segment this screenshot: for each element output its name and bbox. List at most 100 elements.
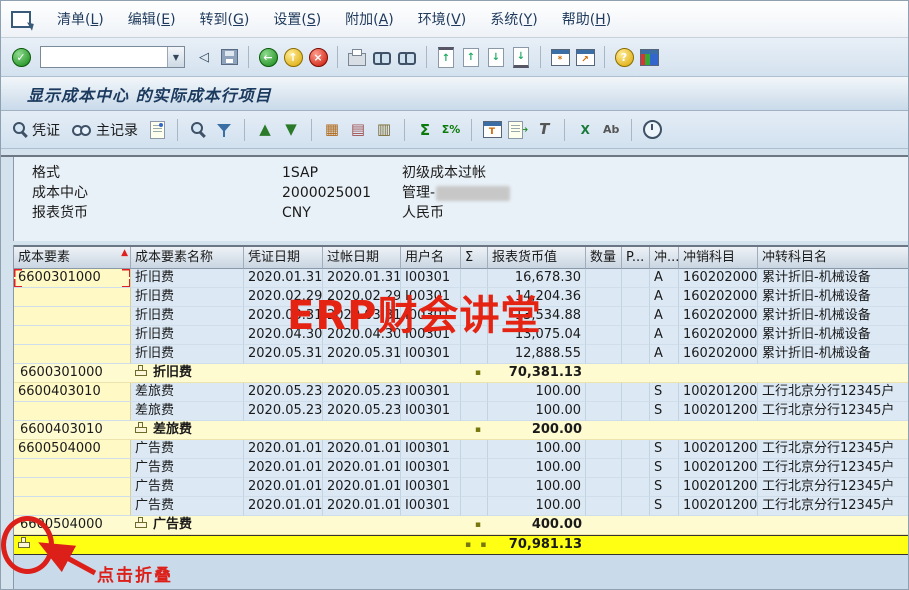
cell-offset-account[interactable]: 1002012002 [679,478,758,497]
attachment-button[interactable] [147,120,167,140]
cell-user-name[interactable]: I00301 [401,383,461,402]
cell-p-flag[interactable] [622,364,650,383]
cell-offset-account-name[interactable] [758,516,909,535]
cell-quantity[interactable] [586,421,622,440]
search-button[interactable] [188,120,208,140]
cell-quantity[interactable] [586,440,622,459]
cell-cost-element-name[interactable]: 折旧费 [131,269,244,288]
cell-offset-account[interactable]: 1602020000 [679,288,758,307]
cell-user-name[interactable]: I00301 [401,402,461,421]
cell-reversal-indicator[interactable]: A [650,345,679,364]
cell-posting-date[interactable]: 2020.01.01 [323,440,401,459]
cell-reversal-indicator[interactable] [650,421,679,440]
cell-sum-flag[interactable] [461,497,488,516]
column-header-reversal-indicator[interactable]: 冲... [650,247,679,269]
cell-p-flag[interactable] [622,516,650,535]
cell-p-flag[interactable] [622,326,650,345]
cell-cost-element[interactable] [14,326,131,345]
cell-cost-element-name[interactable]: 差旅费 [131,402,244,421]
cell-user-name[interactable]: I00301 [401,459,461,478]
enter-button[interactable]: ✓ [11,47,31,67]
cell-offset-account-name[interactable]: 累计折旧-机械设备 [758,326,909,345]
help-button[interactable]: ? [614,47,634,67]
cell-quantity[interactable] [586,307,622,326]
cell-reversal-indicator[interactable]: A [650,269,679,288]
print-button[interactable] [347,47,367,67]
cell-offset-account-name[interactable] [758,364,909,383]
cell-reversal-indicator[interactable]: A [650,326,679,345]
cell-p-flag[interactable] [622,478,650,497]
column-header-cost-element[interactable]: 成本要素▲ [14,247,131,269]
cell-p-flag[interactable] [622,536,650,554]
cell-offset-account-name[interactable]: 累计折旧-机械设备 [758,269,909,288]
cell-posting-date[interactable] [323,364,401,383]
cell-posting-date[interactable] [323,421,401,440]
cell-report-currency-value[interactable]: 70,981.13 [488,536,586,554]
cell-offset-account-name[interactable]: 工行北京分行12345户 [758,478,909,497]
cell-sum-flag[interactable] [461,402,488,421]
cell-offset-account-name[interactable]: 累计折旧-机械设备 [758,288,909,307]
cell-cost-element-name[interactable]: 差旅费 [131,383,244,402]
cell-posting-date[interactable]: 2020.01.01 [323,497,401,516]
cell-doc-date[interactable]: 2020.01.01 [244,440,323,459]
cell-quantity[interactable] [586,459,622,478]
cell-offset-account[interactable]: 1002012002 [679,497,758,516]
cell-cost-element[interactable] [14,402,131,421]
cell-p-flag[interactable] [622,402,650,421]
cell-report-currency-value[interactable]: 100.00 [488,497,586,516]
cell-quantity[interactable] [586,497,622,516]
cell-sum-flag[interactable]: ▪ [461,421,488,440]
cell-sum-flag[interactable] [461,478,488,497]
cell-p-flag[interactable] [622,459,650,478]
cell-p-flag[interactable] [622,440,650,459]
cell-user-name[interactable] [401,421,461,440]
back-button[interactable]: ◁ [194,47,214,67]
cell-offset-account[interactable]: 1602020000 [679,345,758,364]
cell-cost-element-name[interactable]: 广告费 [131,478,244,497]
cell-posting-date[interactable]: 2020.05.23 [323,383,401,402]
cell-offset-account-name[interactable] [758,536,909,554]
cell-p-flag[interactable] [622,345,650,364]
cell-offset-account[interactable]: 1002012002 [679,383,758,402]
cell-doc-date[interactable]: 2020.05.23 [244,402,323,421]
cell-cost-element[interactable]: 6600301000 [14,269,131,288]
cell-quantity[interactable] [586,383,622,402]
cell-cost-element[interactable]: 6600403010 [14,421,131,440]
cell-reversal-indicator[interactable]: A [650,288,679,307]
cell-sum-flag[interactable] [461,345,488,364]
layout-button[interactable]: ▦ [322,120,342,140]
cell-doc-date[interactable]: 2020.01.01 [244,497,323,516]
cell-cost-element-name[interactable]: 折旧费 [131,288,244,307]
cell-report-currency-value[interactable]: 100.00 [488,478,586,497]
find-button[interactable] [372,47,392,67]
cell-report-currency-value[interactable]: 70,381.13 [488,364,586,383]
cell-doc-date[interactable] [244,421,323,440]
cell-quantity[interactable] [586,345,622,364]
cell-cost-element-name[interactable]: 折旧费 [131,307,244,326]
column-header-doc-date[interactable]: 凭证日期 [244,247,323,269]
new-session-button[interactable]: * [550,47,570,67]
column-header-offset-account-name[interactable]: 冲转科目名 [758,247,909,269]
top-n-button[interactable]: T [482,120,502,140]
cell-p-flag[interactable] [622,288,650,307]
cell-user-name[interactable] [401,516,461,535]
cell-cost-element[interactable] [14,497,131,516]
column-header-report-currency-value[interactable]: 报表货币值 [488,247,586,269]
menu-item-3[interactable]: 设置(S) [261,9,333,31]
cell-cost-element[interactable] [14,288,131,307]
cell-reversal-indicator[interactable] [650,516,679,535]
cell-cost-element[interactable] [14,307,131,326]
menu-item-5[interactable]: 环境(V) [406,9,479,31]
cell-p-flag[interactable] [622,497,650,516]
cell-offset-account[interactable]: 1002012002 [679,459,758,478]
cell-doc-date[interactable] [244,364,323,383]
cell-offset-account[interactable]: 1602020000 [679,269,758,288]
subtotal-button[interactable]: Σ% [441,120,461,140]
last-page-button[interactable]: ↓ [511,47,531,67]
cell-quantity[interactable] [586,516,622,535]
cell-sum-flag[interactable]: ▪ ▪ [461,536,488,554]
cell-user-name[interactable]: I00301 [401,478,461,497]
cell-user-name[interactable]: I00301 [401,345,461,364]
cell-offset-account[interactable]: 1002012002 [679,440,758,459]
cell-offset-account[interactable] [679,536,758,554]
